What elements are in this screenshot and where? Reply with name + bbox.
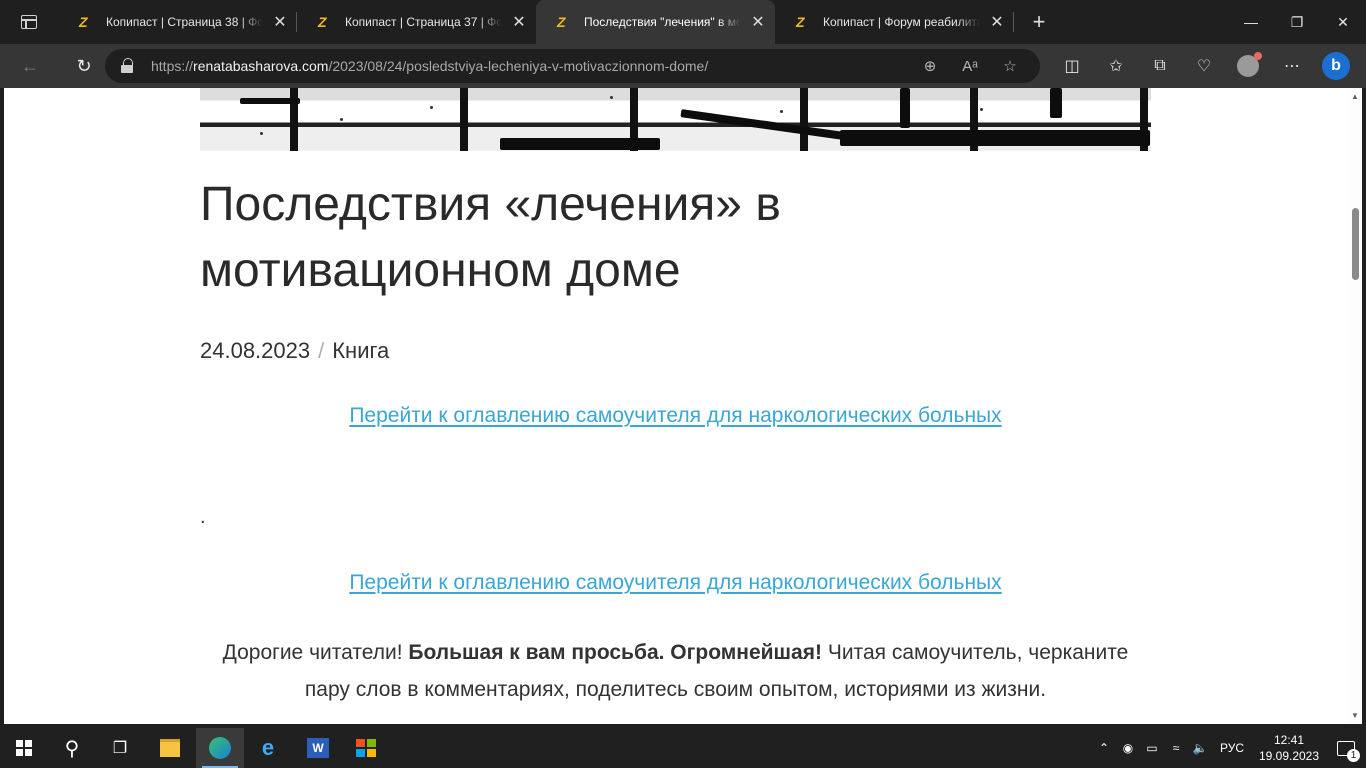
internet-explorer-icon[interactable]: e [244,728,292,768]
address-bar[interactable]: https://renatabasharova.com/2023/08/24/p… [105,49,1040,83]
paragraph-dot: . [200,506,206,528]
header-image [200,88,1151,151]
tab-3-active[interactable]: Z Последствия "лечения" в мотив ✕ [536,0,775,44]
avatar [1237,52,1262,77]
wifi-icon[interactable]: ≈ [1164,741,1188,755]
page-viewport[interactable]: Последствия «лечения» в мотивационном до… [4,88,1362,724]
volume-icon[interactable]: 🔈 [1188,741,1212,755]
toc-link-bottom[interactable]: Перейти к оглавлению самоучителя для нар… [200,571,1151,595]
tab-title: Копипаст | Форум реабилитации [823,15,980,29]
tab-1[interactable]: Z Копипаст | Страница 38 | Форум ✕ [58,0,297,44]
site-favicon-icon: Z [557,14,566,30]
favorites-icon[interactable]: ✩ [1094,44,1138,88]
tab-2[interactable]: Z Копипаст | Страница 37 | Форум ✕ [297,0,536,44]
page-scrollbar[interactable]: ▲ ▼ [1348,88,1362,724]
url-path: /2023/08/24/posledstviya-lecheniya-v-mot… [328,58,709,74]
tab-title: Копипаст | Страница 37 | Форум [345,15,502,29]
tab-4[interactable]: Z Копипаст | Форум реабилитации ✕ [775,0,1014,44]
bing-icon: b [1322,52,1350,80]
file-explorer-icon[interactable] [146,728,194,768]
scroll-up-icon[interactable]: ▲ [1348,92,1362,101]
tab-actions-icon [21,15,37,29]
url-scheme: https:// [151,58,194,74]
close-window-icon[interactable]: ✕ [1320,0,1366,44]
minimize-icon[interactable]: — [1228,0,1274,44]
scroll-thumb[interactable] [1352,208,1359,280]
toc-link-top[interactable]: Перейти к оглавлению самоучителя для нар… [200,404,1151,428]
show-hidden-icons[interactable]: ⌃ [1092,741,1116,755]
word-icon[interactable]: W [294,728,342,768]
close-tab-icon[interactable]: ✕ [980,12,1014,32]
language-indicator[interactable]: РУС [1212,741,1252,755]
store-icon[interactable] [342,728,390,768]
notification-count: 1 [1347,749,1360,762]
article-date[interactable]: 24.08.2023 [200,338,310,363]
back-button[interactable]: ← [10,48,50,84]
tab-strip: Z Копипаст | Страница 38 | Форум ✕ Z Коп… [0,0,1366,44]
tab-actions-button[interactable] [0,0,58,44]
close-tab-icon[interactable]: ✕ [263,12,297,32]
site-favicon-icon: Z [318,14,327,30]
site-favicon-icon: Z [796,14,805,30]
reader-appeal: Дорогие читатели! Большая к вам просьба.… [200,634,1151,708]
windows-taskbar: ⚲ ❐ e W ⌃ ◉ ▭ ≈ 🔈 РУС 12:41 19.09.2023 1 [0,728,1366,768]
search-icon[interactable]: ⚲ [48,728,96,768]
clock[interactable]: 12:41 19.09.2023 [1252,732,1326,764]
browser-essentials-icon[interactable]: ♡ [1182,44,1226,88]
close-tab-icon[interactable]: ✕ [502,12,536,32]
profile-button[interactable] [1226,44,1270,88]
clock-time: 12:41 [1273,733,1305,747]
tray-app-icon[interactable]: ◉ [1116,741,1140,755]
zoom-icon[interactable]: ⊕ [910,57,950,75]
site-favicon-icon: Z [79,14,88,30]
restore-icon[interactable]: ❐ [1274,0,1320,44]
appeal-bold: Большая к вам просьба. Огромнейшая! [408,641,822,664]
article-meta: 24.08.2023 / Книга [200,338,389,364]
reload-button[interactable]: ↻ [64,48,104,84]
close-tab-icon[interactable]: ✕ [741,12,775,32]
bing-button[interactable]: b [1314,44,1358,88]
meta-separator: / [318,338,325,363]
read-aloud-icon[interactable]: Aᵃ [950,58,990,75]
task-view-icon[interactable]: ❐ [96,728,144,768]
split-screen-icon[interactable]: ◫ [1050,44,1094,88]
start-button[interactable] [0,728,48,768]
battery-icon[interactable]: ▭ [1140,741,1164,755]
window-controls: — ❐ ✕ [1228,0,1366,44]
browser-toolbar: ← ↻ https://renatabasharova.com/2023/08/… [0,44,1366,88]
url-text[interactable]: https://renatabasharova.com/2023/08/24/p… [151,58,708,74]
tab-title: Копипаст | Страница 38 | Форум [106,15,263,29]
scroll-down-icon[interactable]: ▼ [1348,711,1362,720]
favorite-star-icon[interactable]: ☆ [990,57,1030,75]
collections-icon[interactable]: ⧉ [1138,44,1182,88]
clock-date: 19.09.2023 [1258,749,1320,763]
tab-title: Последствия "лечения" в мотив [584,15,741,29]
notification-button[interactable]: 1 [1326,728,1366,768]
article-category-link[interactable]: Книга [332,338,389,363]
url-host: renatabasharova.com [193,58,329,74]
system-tray: ⌃ ◉ ▭ ≈ 🔈 РУС 12:41 19.09.2023 1 [1092,728,1366,768]
more-menu-icon[interactable]: ⋯ [1270,44,1314,88]
windows-icon [16,740,32,756]
appeal-intro: Дорогие читатели! [222,641,409,664]
edge-taskbar-icon[interactable] [196,728,244,768]
lock-icon[interactable] [121,58,135,74]
new-tab-button[interactable]: + [1014,0,1064,44]
article-title: Последствия «лечения» в мотивационном до… [200,178,781,297]
